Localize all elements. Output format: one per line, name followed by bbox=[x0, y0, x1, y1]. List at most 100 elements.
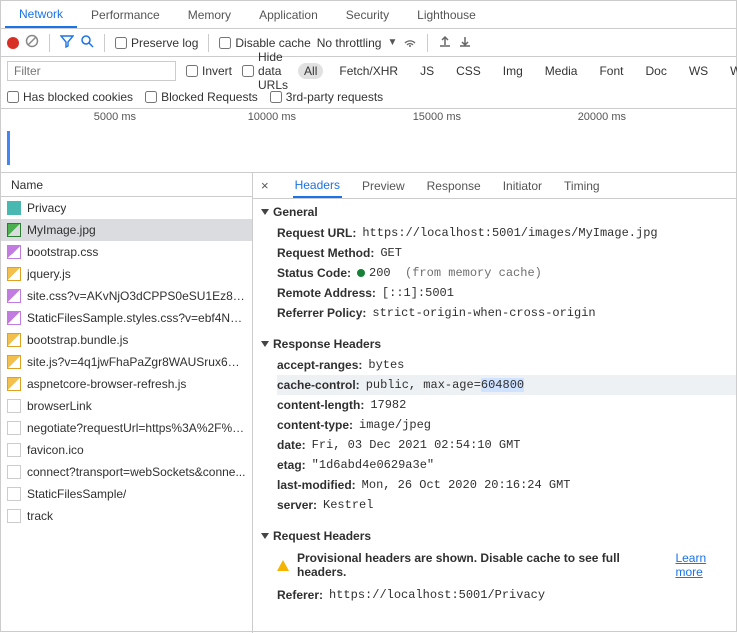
request-name: bootstrap.css bbox=[27, 245, 98, 259]
tab-security[interactable]: Security bbox=[332, 1, 403, 28]
label-etag: etag: bbox=[277, 458, 306, 472]
section-request-headers[interactable]: Request Headers bbox=[253, 523, 736, 547]
preserve-log-checkbox[interactable]: Preserve log bbox=[115, 36, 198, 50]
close-icon[interactable]: × bbox=[261, 178, 269, 193]
request-row[interactable]: Privacy bbox=[1, 197, 252, 219]
main-split: Name Privacy MyImage.jpg bootstrap.css jque… bbox=[1, 173, 736, 633]
chevron-down-icon[interactable]: ▼ bbox=[387, 37, 397, 48]
warning-text: Provisional headers are shown. Disable c… bbox=[297, 551, 667, 579]
file-type-icon bbox=[7, 289, 21, 303]
request-row[interactable]: StaticFilesSample/ bbox=[1, 483, 252, 505]
request-row[interactable]: connect?transport=webSockets&conne... bbox=[1, 461, 252, 483]
tab-response[interactable]: Response bbox=[425, 173, 483, 198]
tab-initiator[interactable]: Initiator bbox=[501, 173, 544, 198]
value-accept-ranges: bytes bbox=[368, 358, 404, 372]
label-request-url: Request URL: bbox=[277, 226, 356, 240]
filter-doc[interactable]: Doc bbox=[639, 63, 672, 79]
detail-tabs: × Headers Preview Response Initiator Tim… bbox=[253, 173, 736, 199]
value-etag: "1d6abd4e0629a3e" bbox=[312, 458, 434, 472]
value-cache-control: public, max-age=604800 bbox=[366, 378, 524, 392]
timeline[interactable]: 5000 ms 10000 ms 15000 ms 20000 ms bbox=[1, 109, 736, 173]
request-row[interactable]: favicon.ico bbox=[1, 439, 252, 461]
request-row[interactable]: aspnetcore-browser-refresh.js bbox=[1, 373, 252, 395]
request-name: favicon.ico bbox=[27, 443, 84, 457]
request-row[interactable]: StaticFilesSample.styles.css?v=ebf4NvV..… bbox=[1, 307, 252, 329]
filter-all[interactable]: All bbox=[298, 63, 323, 79]
separator bbox=[49, 34, 50, 52]
invert-checkbox[interactable]: Invert bbox=[186, 64, 232, 78]
section-general[interactable]: General bbox=[253, 199, 736, 223]
file-type-icon bbox=[7, 377, 21, 391]
download-icon[interactable] bbox=[458, 34, 472, 51]
throttling-select[interactable]: No throttling bbox=[317, 36, 382, 50]
tab-network[interactable]: Network bbox=[5, 1, 77, 28]
disable-cache-checkbox[interactable]: Disable cache bbox=[219, 36, 310, 50]
request-row[interactable]: jquery.js bbox=[1, 263, 252, 285]
provisional-warning: Provisional headers are shown. Disable c… bbox=[253, 547, 736, 585]
filter-media[interactable]: Media bbox=[539, 63, 584, 79]
request-row[interactable]: bootstrap.css bbox=[1, 241, 252, 263]
chevron-down-icon bbox=[261, 533, 269, 539]
tab-memory[interactable]: Memory bbox=[174, 1, 245, 28]
label-date: date: bbox=[277, 438, 306, 452]
request-name: StaticFilesSample.styles.css?v=ebf4NvV..… bbox=[27, 311, 246, 325]
request-row[interactable]: site.css?v=AKvNjO3dCPPS0eSU1Ez8T2... bbox=[1, 285, 252, 307]
search-icon[interactable] bbox=[80, 34, 94, 51]
blocked-cookies-checkbox[interactable]: Has blocked cookies bbox=[7, 90, 133, 104]
label-remote: Remote Address: bbox=[277, 286, 376, 300]
value-server: Kestrel bbox=[323, 498, 373, 512]
filter-font[interactable]: Font bbox=[593, 63, 629, 79]
learn-more-link[interactable]: Learn more bbox=[675, 551, 736, 579]
file-type-icon bbox=[7, 267, 21, 281]
value-referer: https://localhost:5001/Privacy bbox=[329, 588, 545, 602]
name-header[interactable]: Name bbox=[1, 173, 252, 197]
request-row[interactable]: bootstrap.bundle.js bbox=[1, 329, 252, 351]
tab-application[interactable]: Application bbox=[245, 1, 332, 28]
status-dot-icon bbox=[357, 269, 365, 277]
separator bbox=[208, 34, 209, 52]
section-response-headers[interactable]: Response Headers bbox=[253, 331, 736, 355]
label-refpolicy: Referrer Policy: bbox=[277, 306, 366, 320]
label-referer: Referer: bbox=[277, 588, 323, 602]
filter-css[interactable]: CSS bbox=[450, 63, 487, 79]
upload-icon[interactable] bbox=[438, 34, 452, 51]
filter-input[interactable] bbox=[7, 61, 176, 81]
file-type-icon bbox=[7, 421, 21, 435]
value-method: GET bbox=[380, 246, 402, 260]
timeline-tick: 10000 ms bbox=[248, 111, 296, 123]
filter-icon[interactable] bbox=[60, 34, 74, 51]
filter-ws[interactable]: WS bbox=[683, 63, 714, 79]
file-type-icon bbox=[7, 333, 21, 347]
label-last-modified: last-modified: bbox=[277, 478, 356, 492]
third-party-checkbox[interactable]: 3rd-party requests bbox=[270, 90, 383, 104]
filter-wasm[interactable]: Wasm bbox=[724, 63, 737, 79]
tab-timing[interactable]: Timing bbox=[562, 173, 602, 198]
file-type-icon bbox=[7, 487, 21, 501]
request-row[interactable]: MyImage.jpg bbox=[1, 219, 252, 241]
file-type-icon bbox=[7, 355, 21, 369]
request-row[interactable]: track bbox=[1, 505, 252, 527]
request-name: browserLink bbox=[27, 399, 92, 413]
tab-lighthouse[interactable]: Lighthouse bbox=[403, 1, 490, 28]
tab-preview[interactable]: Preview bbox=[360, 173, 407, 198]
filter-fetch[interactable]: Fetch/XHR bbox=[333, 63, 404, 79]
request-row[interactable]: browserLink bbox=[1, 395, 252, 417]
record-button[interactable] bbox=[7, 37, 19, 49]
value-date: Fri, 03 Dec 2021 02:54:10 GMT bbox=[312, 438, 521, 452]
file-type-icon bbox=[7, 311, 21, 325]
filter-img[interactable]: Img bbox=[497, 63, 529, 79]
request-name: negotiate?requestUrl=https%3A%2F%2... bbox=[27, 421, 246, 435]
tab-performance[interactable]: Performance bbox=[77, 1, 174, 28]
request-name: MyImage.jpg bbox=[27, 223, 96, 237]
request-row[interactable]: site.js?v=4q1jwFhaPaZgr8WAUSrux6hA... bbox=[1, 351, 252, 373]
clear-icon[interactable] bbox=[25, 34, 39, 51]
blocked-requests-checkbox[interactable]: Blocked Requests bbox=[145, 90, 258, 104]
request-row[interactable]: negotiate?requestUrl=https%3A%2F%2... bbox=[1, 417, 252, 439]
hide-data-urls-checkbox[interactable]: Hide data URLs bbox=[242, 50, 288, 92]
details-panel: × Headers Preview Response Initiator Tim… bbox=[253, 173, 736, 633]
request-name: track bbox=[27, 509, 53, 523]
tab-headers[interactable]: Headers bbox=[293, 173, 342, 198]
network-conditions-icon[interactable] bbox=[403, 34, 417, 51]
filter-js[interactable]: JS bbox=[414, 63, 440, 79]
network-toolbar: Preserve log Disable cache No throttling… bbox=[1, 29, 736, 57]
